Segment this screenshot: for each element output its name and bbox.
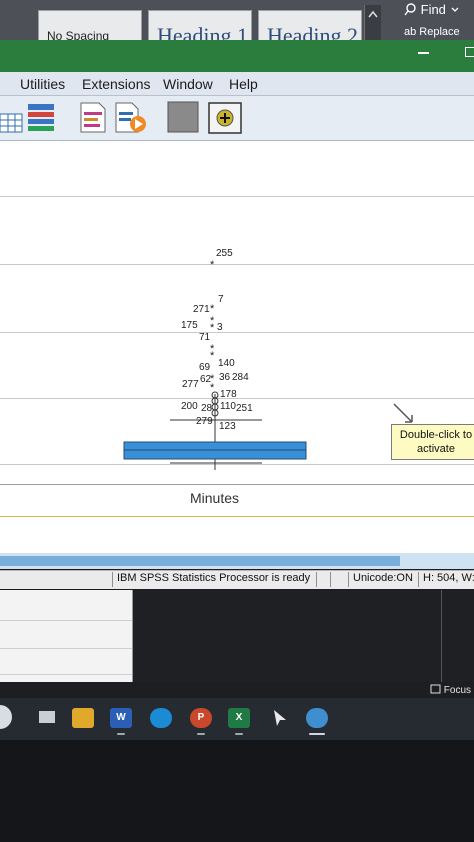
find-label: Find (420, 2, 446, 17)
edge-icon[interactable] (150, 708, 172, 728)
minimize-icon[interactable] (418, 52, 429, 54)
menu-extensions[interactable]: Extensions (82, 76, 150, 92)
outlier-label: 140 (218, 358, 235, 369)
spss-title-bar (0, 40, 474, 72)
gridline (0, 264, 474, 265)
running-indicator (197, 733, 205, 735)
data-editor-pane[interactable] (0, 590, 133, 682)
extreme-star: * (210, 322, 215, 334)
status-processor: IBM SPSS Statistics Processor is ready (112, 572, 316, 587)
focus-icon (430, 684, 441, 694)
replace-icon: ab (404, 26, 420, 38)
outlier-label: 36 (219, 372, 231, 383)
find-button[interactable]: Find (404, 2, 460, 17)
gridline (0, 332, 474, 333)
extreme-star: * (210, 303, 215, 315)
status-dimensions: H: 504, W: (418, 572, 474, 587)
outlier-label: 69 (199, 362, 211, 373)
excel-icon[interactable]: X (228, 708, 250, 728)
background-window (133, 590, 474, 682)
spss-icon[interactable] (306, 708, 328, 728)
axis-variable-label: Minutes (190, 490, 240, 506)
style-no-spacing[interactable]: No Spacing (38, 10, 142, 42)
outlier-label: 279 (196, 416, 213, 427)
outlier-label: 123 (219, 421, 236, 432)
outlier-label: 28 (201, 403, 213, 414)
data-row-line (0, 674, 132, 675)
status-empty-cell (316, 572, 330, 587)
grey-box-icon[interactable] (166, 100, 202, 134)
outlier-label: 7 (218, 294, 224, 305)
replace-label: Replace (419, 26, 460, 38)
status-empty-cell (330, 572, 348, 587)
pointer-arrow-icon (393, 403, 413, 423)
status-unicode: Unicode:ON (348, 572, 418, 587)
data-row-line (0, 620, 132, 621)
outlier-label: 175 (181, 320, 198, 331)
extreme-star: * (210, 350, 215, 362)
focus-button[interactable]: Focus (430, 684, 471, 696)
chevron-down-icon (451, 7, 459, 12)
chevron-up-icon (368, 10, 378, 18)
chart-icon[interactable] (24, 100, 60, 134)
task-view-icon[interactable] (36, 708, 58, 728)
outlier-label: 251 (236, 403, 253, 414)
syntax-icon[interactable] (76, 100, 112, 134)
powerpoint-icon[interactable]: P (190, 708, 212, 728)
window-divider (441, 590, 442, 682)
outlier-label: 277 (182, 379, 199, 390)
word-icon[interactable]: W (110, 708, 132, 728)
activate-tooltip[interactable]: Double-click to activate (391, 424, 474, 460)
chart-border (0, 484, 474, 485)
pointer-app-icon[interactable] (268, 708, 290, 728)
search-icon (404, 3, 416, 16)
style-heading-2[interactable]: Heading 2 (258, 10, 362, 42)
outlier-label: 255 (216, 248, 233, 259)
laptop-bezel (0, 740, 474, 842)
extreme-star: * (210, 259, 215, 271)
outlier-label: 284 (232, 372, 249, 383)
menu-utilities[interactable]: Utilities (20, 76, 65, 92)
data-row-line (0, 648, 132, 649)
running-indicator (117, 733, 125, 735)
outlier-label: 271 (193, 304, 210, 315)
outlier-label: 3 (217, 322, 223, 333)
outlier-label: 62 (200, 374, 212, 385)
outlier-label: 71 (199, 332, 211, 343)
menu-window[interactable]: Window (163, 76, 213, 92)
file-explorer-icon[interactable] (72, 708, 94, 728)
maximize-icon[interactable] (465, 47, 474, 57)
styles-scroll[interactable] (364, 5, 381, 40)
output-separator (0, 516, 474, 517)
replace-button[interactable]: ab Replace (404, 26, 460, 38)
add-icon[interactable] (208, 102, 244, 136)
focus-label: Focus (443, 685, 472, 696)
active-indicator (309, 733, 325, 735)
run-icon[interactable] (112, 100, 148, 134)
gridline (0, 196, 474, 197)
outlier-label: 178 (220, 389, 237, 400)
outlier-label: 110 (220, 401, 236, 412)
word-status-bar (0, 682, 474, 698)
outlier-label: 200 (181, 401, 198, 412)
style-heading-1[interactable]: Heading 1 (148, 10, 252, 42)
menu-help[interactable]: Help (229, 76, 258, 92)
scrollbar-thumb[interactable] (0, 556, 400, 566)
running-indicator (235, 733, 243, 735)
